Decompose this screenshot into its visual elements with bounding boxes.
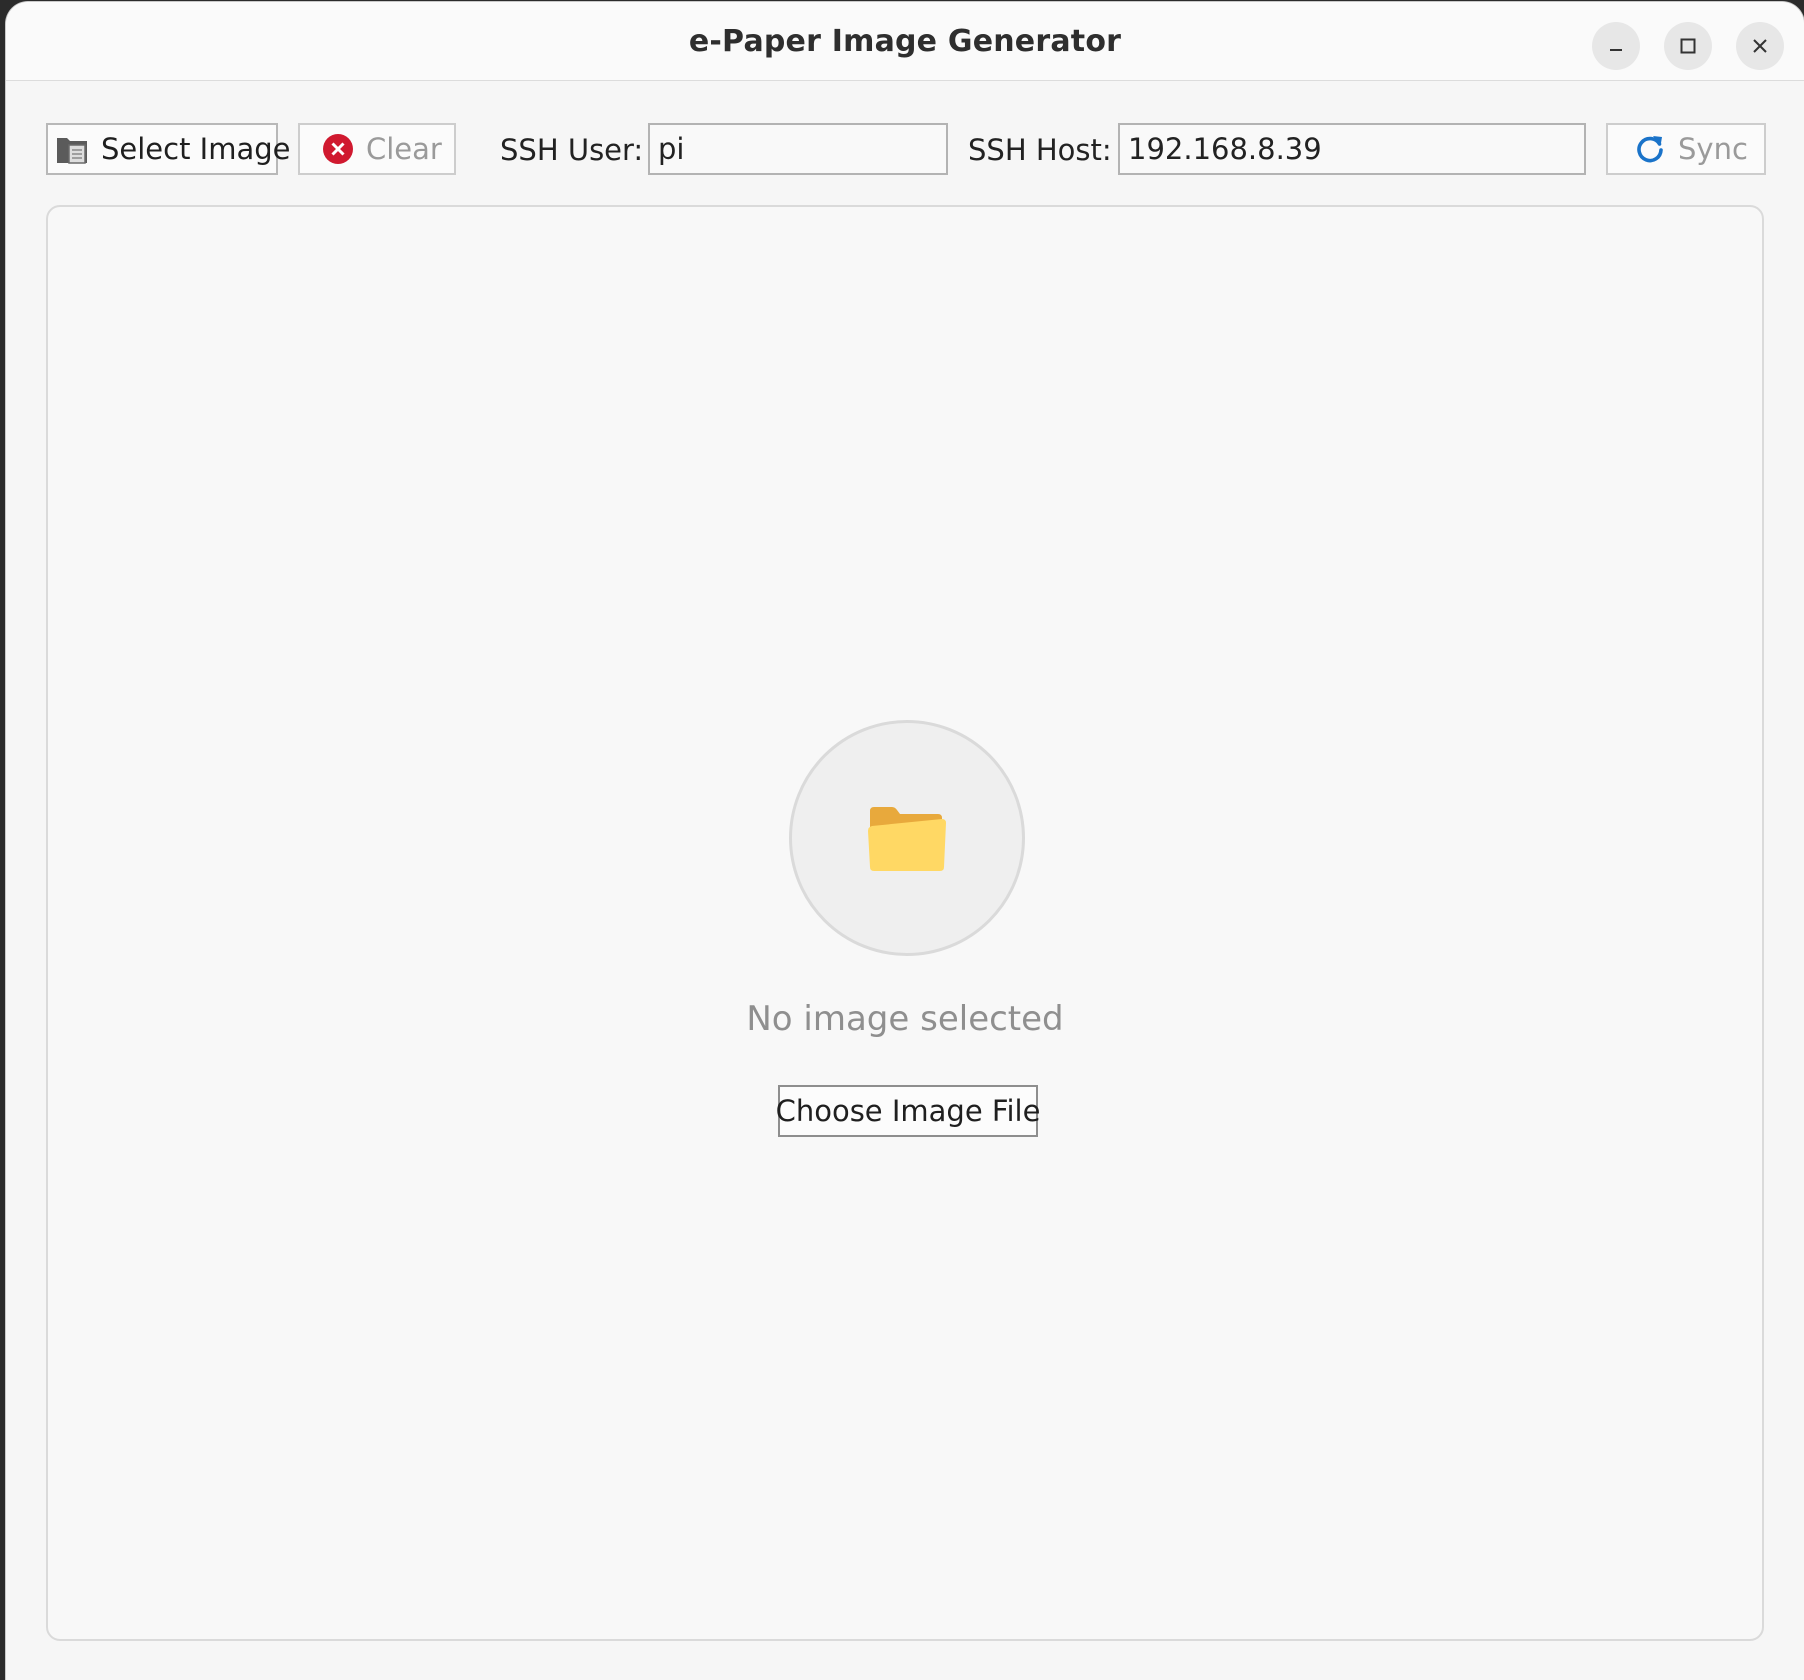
maximize-button[interactable] (1664, 22, 1712, 70)
app-window: e-Paper Image Generator Select Image Cle… (6, 2, 1804, 1680)
minimize-button[interactable] (1592, 22, 1640, 70)
ssh-host-input[interactable] (1118, 123, 1586, 175)
clear-label: Clear (366, 132, 442, 166)
window-title: e-Paper Image Generator (688, 24, 1122, 59)
minimize-icon (1606, 36, 1626, 56)
refresh-icon (1634, 133, 1666, 165)
image-preview-area[interactable]: No image selected Choose Image File (46, 205, 1764, 1641)
ssh-user-label: SSH User: (500, 133, 644, 167)
folder-icon (866, 801, 948, 875)
ssh-host-label: SSH Host: (968, 133, 1112, 167)
sync-label: Sync (1678, 132, 1748, 166)
sync-button[interactable]: Sync (1606, 123, 1766, 175)
select-image-button[interactable]: Select Image (46, 123, 291, 175)
close-circle-icon (322, 133, 354, 165)
title-bar: e-Paper Image Generator (6, 2, 1804, 81)
placeholder-circle (789, 720, 1025, 956)
close-icon (1750, 36, 1770, 56)
file-folder-icon (55, 133, 89, 165)
select-image-label: Select Image (101, 132, 291, 166)
clear-button[interactable]: Clear (298, 123, 456, 175)
no-image-text: No image selected (746, 999, 1064, 1039)
maximize-icon (1678, 36, 1698, 56)
choose-image-file-button[interactable]: Choose Image File (776, 1085, 1040, 1137)
ssh-user-input[interactable] (648, 123, 948, 175)
close-button[interactable] (1736, 22, 1784, 70)
